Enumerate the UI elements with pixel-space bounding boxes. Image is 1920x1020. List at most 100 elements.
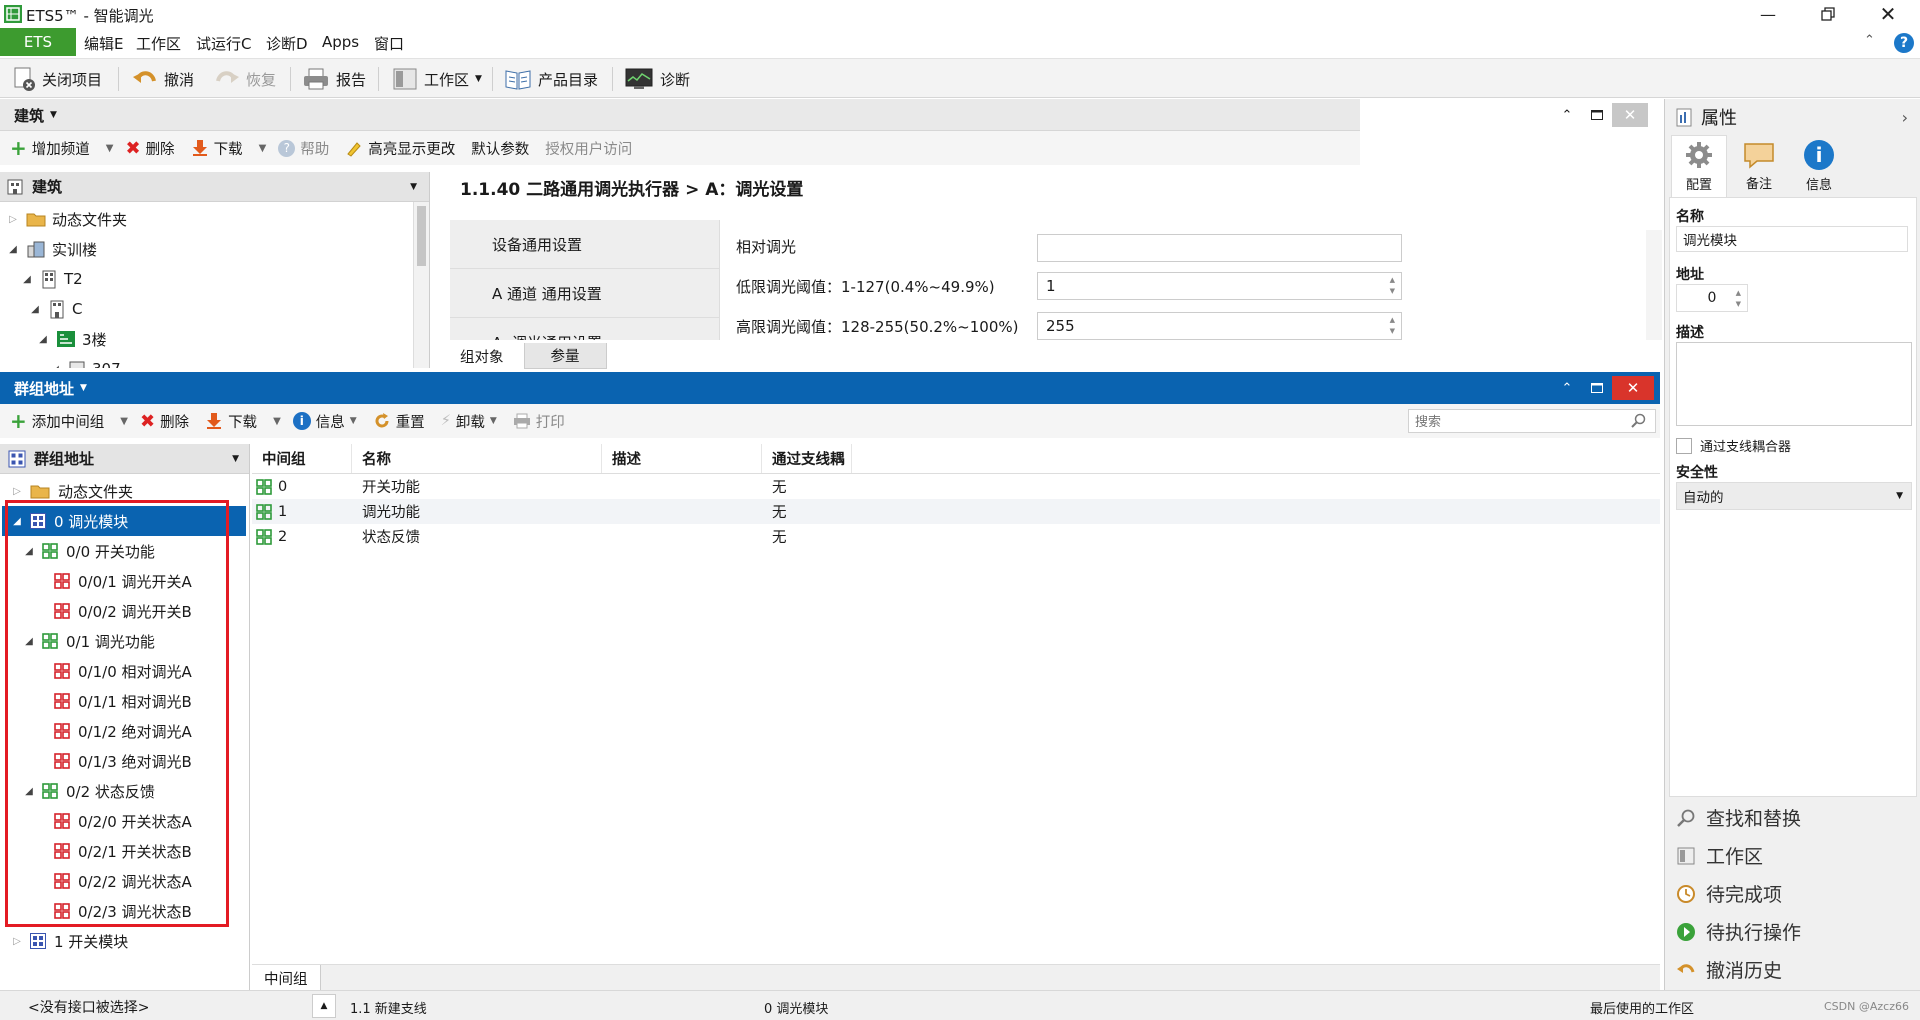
link-undo-history[interactable]: 撤消历史 <box>1676 956 1782 983</box>
security-select[interactable]: 自动的 ▼ <box>1676 482 1912 510</box>
param-page-device-general[interactable]: 设备通用设置 <box>450 220 719 269</box>
chevron-right-icon[interactable]: › <box>1902 108 1908 127</box>
collapse-icon[interactable]: ◢ <box>36 334 50 345</box>
close-panel-button[interactable]: ✕ <box>1612 103 1648 127</box>
table-row[interactable]: 0 开关功能 无 <box>252 474 1660 499</box>
reset-button[interactable]: 重置 <box>373 411 425 432</box>
menu-commissioning[interactable]: 试运行C <box>196 33 251 54</box>
collapse-panel-icon[interactable]: ⌃ <box>1552 108 1582 123</box>
spinner-icon[interactable]: ▲ ▼ <box>1390 275 1395 297</box>
table-row[interactable]: 1 调光功能 无 <box>252 499 1660 524</box>
tab-group-objects[interactable]: 组对象 <box>440 343 524 369</box>
workspace-button[interactable]: 工作区 ▼ <box>392 59 482 99</box>
product-catalog-button[interactable]: 产品目录 <box>504 59 598 99</box>
spinner-icon[interactable]: ▲ ▼ <box>1390 315 1395 337</box>
menu-window[interactable]: 窗口 <box>374 33 404 54</box>
interface-status[interactable]: <没有接口被选择> <box>28 997 149 1017</box>
tree-item-t2[interactable]: ◢ T2 <box>20 264 83 294</box>
tab-info[interactable]: i 信息 <box>1791 135 1847 197</box>
link-pending-operations[interactable]: 待执行操作 <box>1676 918 1801 945</box>
add-middle-group-dropdown[interactable]: ▼ <box>120 416 128 427</box>
tree-item-floor-3[interactable]: ◢ 3楼 <box>36 324 106 354</box>
param-relative-dim-field[interactable] <box>1037 234 1402 262</box>
diagnostics-button[interactable]: 诊断 <box>624 59 690 99</box>
search-icon[interactable] <box>1631 413 1647 429</box>
column-middle-group[interactable]: 中间组 <box>252 444 352 473</box>
close-window-button[interactable]: ✕ <box>1860 0 1916 28</box>
address-input[interactable]: 0 ▲ ▼ <box>1676 284 1748 312</box>
report-button[interactable]: 报告 <box>302 59 366 99</box>
minimize-button[interactable]: — <box>1740 0 1796 28</box>
chevron-down-icon[interactable]: ▼ <box>50 110 57 120</box>
spinner-icon[interactable]: ▲ ▼ <box>1736 288 1741 310</box>
expand-icon[interactable]: ▷ <box>10 486 24 497</box>
highlight-changes-button[interactable]: 高亮显示更改 <box>345 138 455 159</box>
expand-icon[interactable]: ▷ <box>6 214 20 225</box>
collapse-icon[interactable]: ◢ <box>28 304 42 315</box>
close-panel-button[interactable]: ✕ <box>1612 376 1654 400</box>
download-button[interactable]: 下载 <box>191 138 243 159</box>
default-params-button[interactable]: 默认参数 <box>471 138 529 159</box>
delete-button[interactable]: ✖ 删除 <box>140 411 189 432</box>
collapse-icon[interactable]: ◢ <box>6 244 20 255</box>
chevron-up-icon[interactable]: ▲ <box>312 994 336 1018</box>
tab-middle-group[interactable]: 中间组 <box>252 965 321 991</box>
add-channel-dropdown[interactable]: ▼ <box>106 143 114 154</box>
maximize-panel-icon[interactable] <box>1582 110 1612 120</box>
name-input[interactable]: 调光模块 <box>1676 226 1908 252</box>
expand-icon[interactable]: ▷ <box>10 936 24 947</box>
help-icon[interactable]: ? <box>1894 33 1914 53</box>
chevron-down-icon[interactable]: ▼ <box>410 182 417 192</box>
collapse-icon[interactable]: ◢ <box>48 364 62 369</box>
tab-notes[interactable]: 备注 <box>1731 135 1787 197</box>
tree-item-c[interactable]: ◢ C <box>28 294 82 324</box>
collapse-ribbon-icon[interactable]: ⌃ <box>1864 33 1875 48</box>
download-button[interactable]: 下载 <box>205 411 257 432</box>
param-page-a-general[interactable]: A 通道 通用设置 <box>450 269 719 318</box>
help-button[interactable]: ? 帮助 <box>278 138 329 159</box>
add-channel-button[interactable]: + 增加频道 <box>10 136 90 160</box>
param-high-threshold-input[interactable]: 255 ▲ ▼ <box>1037 312 1402 340</box>
param-low-threshold-input[interactable]: 1 ▲ ▼ <box>1037 272 1402 300</box>
link-find-replace[interactable]: 查找和替换 <box>1676 804 1801 831</box>
tab-parameters[interactable]: 参量 <box>523 343 607 369</box>
undo-button[interactable]: 撤消 <box>132 59 194 99</box>
info-button[interactable]: i 信息 ▼ <box>292 411 357 432</box>
tab-config[interactable]: 配置 <box>1671 135 1727 197</box>
download-dropdown[interactable]: ▼ <box>273 416 281 427</box>
download-dropdown[interactable]: ▼ <box>259 143 267 154</box>
building-panel-title[interactable]: 建筑 <box>14 105 44 126</box>
restore-button[interactable] <box>1800 0 1856 28</box>
tree-item-training-building[interactable]: ◢ 实训楼 <box>6 234 97 264</box>
link-workspace[interactable]: 工作区 <box>1676 842 1763 869</box>
table-row[interactable]: 2 状态反馈 无 <box>252 524 1660 549</box>
param-page-a-dimming[interactable]: A: 调光通用设置 <box>450 318 719 340</box>
pass-coupler-checkbox[interactable] <box>1676 437 1692 454</box>
redo-button[interactable]: 恢复 <box>214 59 276 99</box>
delete-button[interactable]: ✖ 删除 <box>125 138 174 159</box>
link-todo[interactable]: 待完成项 <box>1676 880 1782 907</box>
description-textarea[interactable] <box>1676 342 1912 426</box>
chevron-down-icon[interactable]: ▼ <box>232 454 239 464</box>
tree-item-dynamic-folder[interactable]: ▷ 动态文件夹 <box>6 204 127 234</box>
menu-diagnostics[interactable]: 诊断D <box>266 33 308 54</box>
add-middle-group-button[interactable]: + 添加中间组 <box>10 409 104 433</box>
print-button[interactable]: 打印 <box>513 411 565 432</box>
collapse-icon[interactable]: ◢ <box>20 274 34 285</box>
search-input[interactable] <box>1415 413 1625 429</box>
close-project-button[interactable]: 关闭项目 <box>12 59 102 99</box>
column-pass-coupler[interactable]: 通过支线耦 <box>762 444 852 473</box>
unload-button[interactable]: ⚡ 卸载 ▼ <box>441 411 497 432</box>
column-description[interactable]: 描述 <box>602 444 762 473</box>
collapse-panel-icon[interactable]: ⌃ <box>1552 381 1582 396</box>
tree-item-main-group-1[interactable]: ▷ 1 开关模块 <box>2 926 246 956</box>
menu-workspace[interactable]: 工作区 <box>136 33 181 54</box>
tree-scrollbar[interactable] <box>413 202 429 368</box>
column-name[interactable]: 名称 <box>352 444 602 473</box>
menu-edit[interactable]: 编辑E <box>84 33 123 54</box>
menu-apps[interactable]: Apps <box>322 33 359 51</box>
menu-ets[interactable]: ETS <box>0 28 76 56</box>
group-address-panel-title[interactable]: 群组地址 <box>14 378 74 399</box>
tree-item-room-307[interactable]: ◢ 307 <box>48 354 121 368</box>
maximize-panel-icon[interactable] <box>1582 383 1612 393</box>
